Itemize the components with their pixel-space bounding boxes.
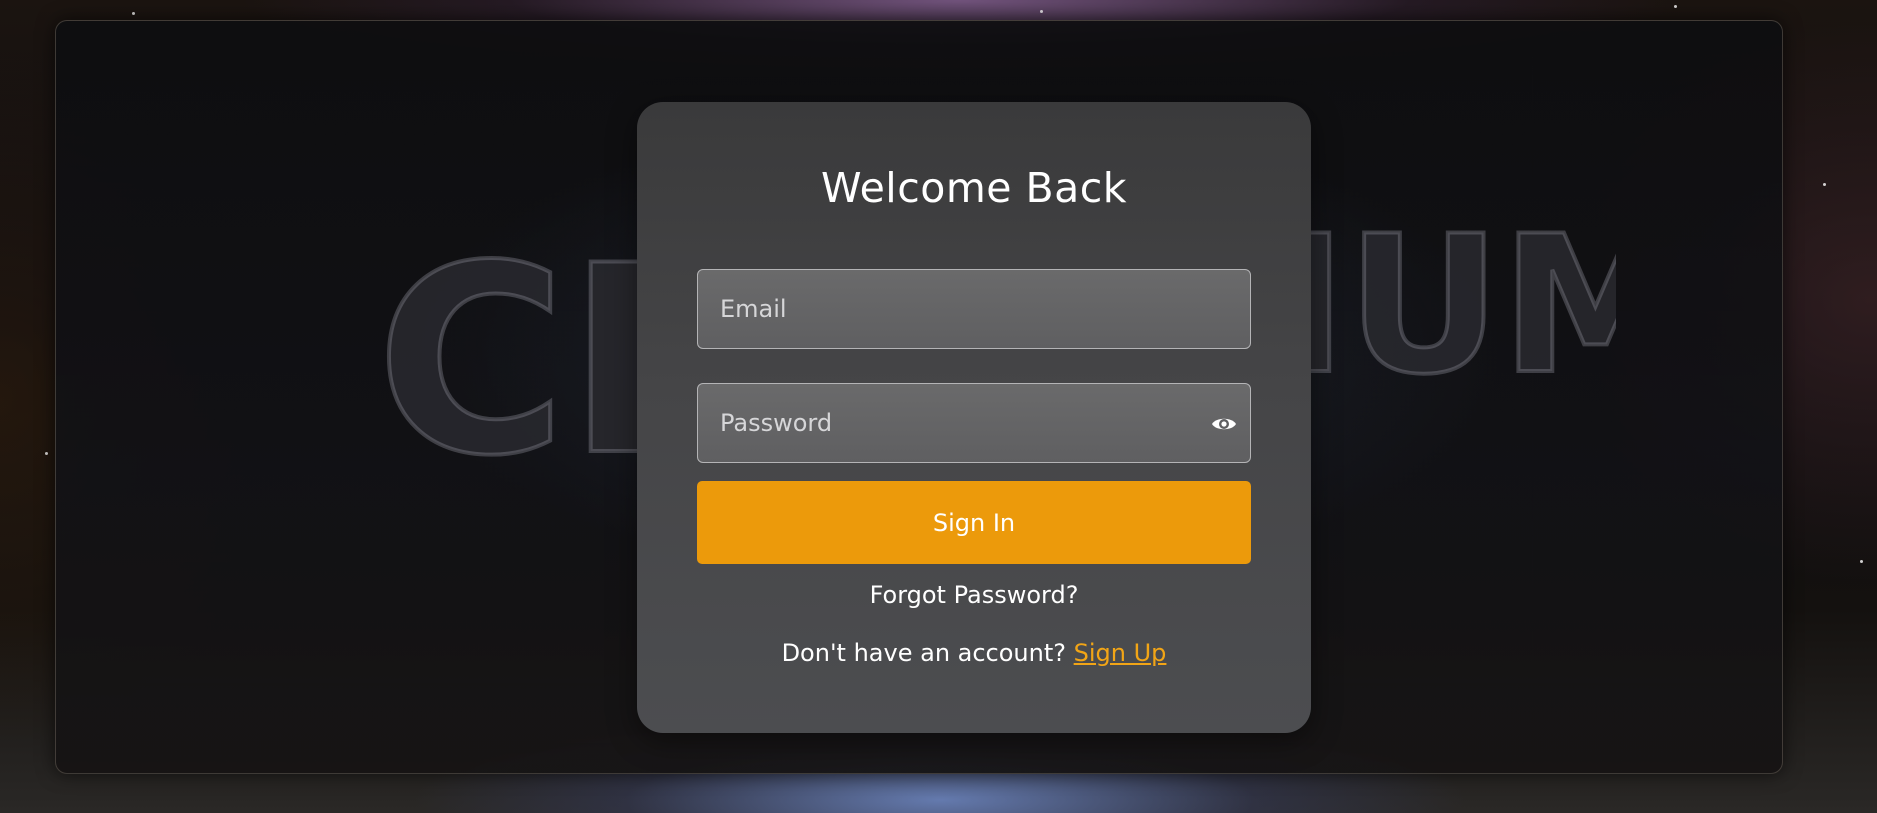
sign-in-button[interactable]: Sign In	[697, 481, 1251, 564]
password-field[interactable]	[698, 384, 1250, 462]
page-title: Welcome Back	[820, 164, 1128, 212]
star	[1823, 183, 1826, 186]
email-field-container	[697, 269, 1251, 349]
wordmark-right: IUM	[1276, 201, 1616, 416]
star	[1040, 10, 1043, 13]
star	[1674, 5, 1677, 8]
login-card: Welcome Back Sign In Forgot Password? Do…	[637, 102, 1311, 733]
eye-icon[interactable]	[1210, 410, 1238, 438]
forgot-password-link[interactable]: Forgot Password?	[637, 581, 1311, 609]
star	[1860, 560, 1863, 563]
signup-line: Don't have an account? Sign Up	[637, 639, 1311, 667]
sign-up-link[interactable]: Sign Up	[1074, 639, 1167, 667]
signup-prompt: Don't have an account?	[781, 639, 1074, 667]
page-frame: CH IUM Welcome Back Sign In Forgot Passw…	[55, 20, 1783, 774]
email-field[interactable]	[698, 270, 1250, 348]
star	[132, 12, 135, 15]
password-field-container	[697, 383, 1251, 463]
star	[45, 452, 48, 455]
